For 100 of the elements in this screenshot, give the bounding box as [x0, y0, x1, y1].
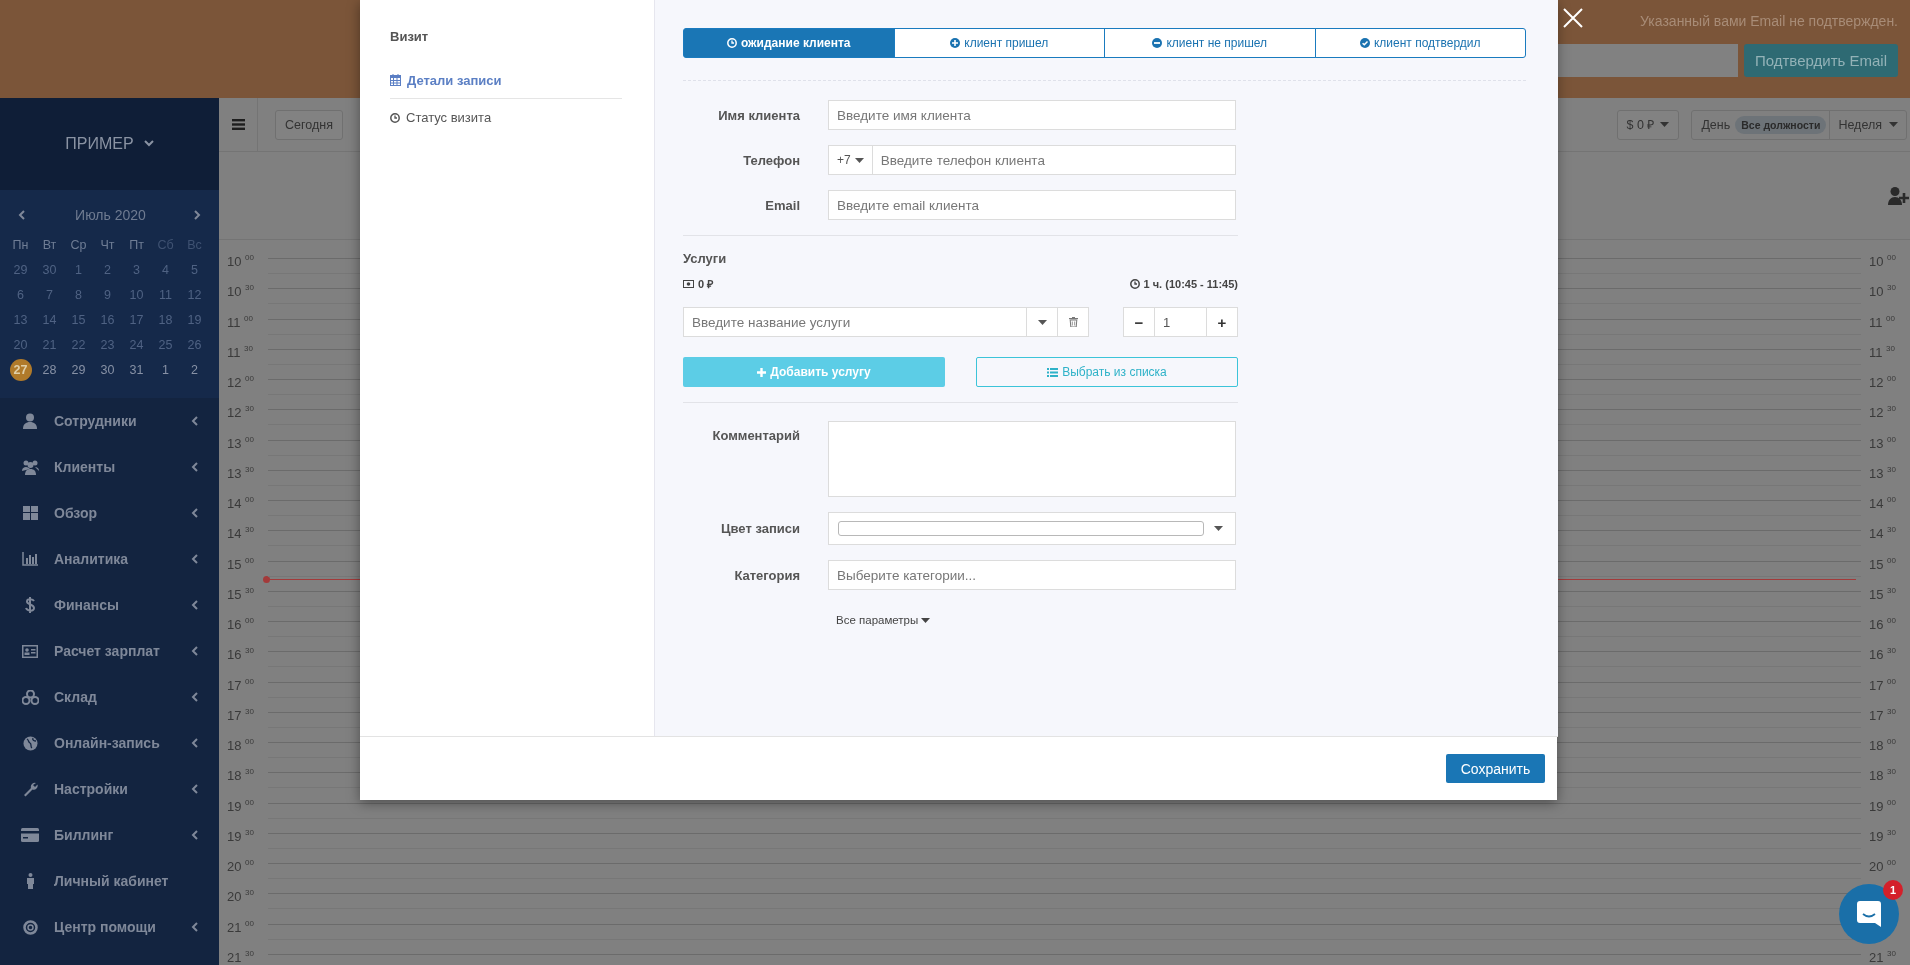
dollar-icon	[25, 597, 35, 613]
positions-badge[interactable]: Все должности	[1735, 115, 1827, 134]
menu-item[interactable]: Личный кабинет	[0, 858, 219, 904]
status-tab[interactable]: ожидание клиента	[683, 28, 895, 58]
calendar-day[interactable]: 5	[180, 257, 209, 282]
decrease-button[interactable]: −	[1124, 308, 1154, 336]
calendar-day[interactable]: 22	[64, 332, 93, 357]
confirm-email-button[interactable]: Подтвердить Email	[1743, 44, 1898, 77]
quantity-field[interactable]: 1	[1154, 308, 1207, 336]
client-name-field[interactable]: Введите имя клиента	[828, 100, 1236, 130]
calendar-icon	[390, 74, 401, 86]
calendar-day[interactable]: 9	[93, 282, 122, 307]
user-icon	[23, 413, 37, 429]
chevron-right-icon[interactable]	[193, 210, 203, 220]
grid-icon	[22, 506, 38, 520]
field-label: Email	[764, 197, 801, 213]
calendar-day[interactable]: 18	[151, 307, 180, 332]
calendar-day[interactable]: 12	[180, 282, 209, 307]
close-icon[interactable]	[1563, 8, 1583, 28]
calendar-day[interactable]: 1	[151, 357, 180, 382]
calendar-day[interactable]: 17	[122, 307, 151, 332]
email-field[interactable]: Введите email клиента	[828, 190, 1236, 220]
save-button[interactable]: Сохранить	[1446, 754, 1545, 783]
id-card-icon	[22, 644, 38, 658]
calendar-day[interactable]: 2	[93, 257, 122, 282]
comment-field[interactable]	[828, 421, 1236, 497]
calendar-day[interactable]: 16	[93, 307, 122, 332]
menu-icon[interactable]	[231, 119, 245, 130]
calendar-day[interactable]: 30	[35, 257, 64, 282]
balance-button[interactable]: $ 0 ₽	[1616, 109, 1680, 140]
calendar-day[interactable]: 2	[180, 357, 209, 382]
calendar-day[interactable]: 31	[122, 357, 151, 382]
calendar-day[interactable]: 11	[151, 282, 180, 307]
plus-circle-icon	[950, 38, 961, 48]
menu-item[interactable]: Биллинг	[0, 812, 219, 858]
menu-item[interactable]: Настройки	[0, 766, 219, 812]
calendar-day[interactable]: 26	[180, 332, 209, 357]
plus-icon	[757, 367, 767, 377]
calendar-day[interactable]: 14	[35, 307, 64, 332]
clock-icon	[726, 38, 737, 48]
field-label: Категория	[733, 567, 801, 583]
calendar-day[interactable]: 21	[35, 332, 64, 357]
calendar-day[interactable]: 15	[64, 307, 93, 332]
service-duration: 1 ч. (10:45 - 11:45)	[1129, 276, 1238, 291]
category-field[interactable]: Выберите категории...	[828, 560, 1236, 590]
calendar-day[interactable]: 4	[151, 257, 180, 282]
caret-icon	[854, 157, 864, 163]
menu-item[interactable]: Расчет зарплат	[0, 628, 219, 674]
calendar-day[interactable]: 28	[35, 357, 64, 382]
menu-item[interactable]: Клиенты	[0, 444, 219, 490]
country-code-dropdown[interactable]: +7	[829, 146, 873, 174]
calendar-day[interactable]: 30	[93, 357, 122, 382]
brand-name[interactable]: ПРИМЕР	[65, 135, 134, 153]
calendar-day[interactable]: 8	[64, 282, 93, 307]
all-parameters-link[interactable]: Все параметры	[836, 614, 931, 626]
color-dropdown[interactable]	[828, 512, 1236, 545]
calendar-day[interactable]: 3	[122, 257, 151, 282]
calendar-day[interactable]: 23	[93, 332, 122, 357]
email-field[interactable]	[1557, 44, 1738, 77]
pick-from-list-button[interactable]: Выбрать из списка	[976, 357, 1238, 387]
calendar-day[interactable]: 6	[6, 282, 35, 307]
day-button[interactable]: День	[1701, 117, 1731, 132]
menu-item[interactable]: Аналитика	[0, 536, 219, 582]
cubes-icon	[21, 689, 39, 705]
calendar-day[interactable]: 27	[9, 358, 32, 381]
calendar-day[interactable]: 29	[6, 257, 35, 282]
chevron-left-icon[interactable]	[18, 210, 28, 220]
trash-icon[interactable]	[1068, 317, 1078, 327]
calendar-day[interactable]: 1	[64, 257, 93, 282]
weekday-label: Ср	[69, 236, 88, 254]
menu-item[interactable]: Обзор	[0, 490, 219, 536]
menu-item[interactable]: Онлайн-запись	[0, 720, 219, 766]
week-button[interactable]: Неделя	[1830, 110, 1906, 139]
calendar-day[interactable]: 20	[6, 332, 35, 357]
calendar-day[interactable]: 13	[6, 307, 35, 332]
chevron-down-icon[interactable]	[143, 139, 154, 149]
status-tab[interactable]: клиент не пришел	[1104, 28, 1316, 58]
calendar-day[interactable]: 7	[35, 282, 64, 307]
service-field[interactable]: Введите название услуги	[684, 308, 1026, 336]
add-user-icon[interactable]	[1888, 186, 1910, 205]
calendar-day[interactable]: 10	[122, 282, 151, 307]
calendar-day[interactable]: 19	[180, 307, 209, 332]
users-icon	[21, 459, 39, 475]
clock-icon	[1129, 278, 1140, 289]
nav-item[interactable]: Детали записи	[390, 62, 622, 99]
increase-button[interactable]: +	[1207, 308, 1237, 336]
menu-item[interactable]: Сотрудники	[0, 398, 219, 444]
menu-item[interactable]: Склад	[0, 674, 219, 720]
today-button[interactable]: Сегодня	[275, 109, 343, 140]
phone-field[interactable]: Введите телефон клиента	[872, 146, 1053, 174]
calendar-day[interactable]: 29	[64, 357, 93, 382]
calendar-day[interactable]: 24	[122, 332, 151, 357]
nav-item[interactable]: Статус визита	[390, 99, 622, 136]
status-tab[interactable]: клиент подтвердил	[1314, 28, 1526, 58]
status-tab[interactable]: клиент пришел	[893, 28, 1105, 58]
add-service-button[interactable]: Добавить услугу	[683, 357, 945, 387]
calendar-day[interactable]: 25	[151, 332, 180, 357]
field-label: Имя клиента	[717, 107, 801, 123]
menu-item[interactable]: Центр помощи	[0, 904, 219, 950]
menu-item[interactable]: Финансы	[0, 582, 219, 628]
